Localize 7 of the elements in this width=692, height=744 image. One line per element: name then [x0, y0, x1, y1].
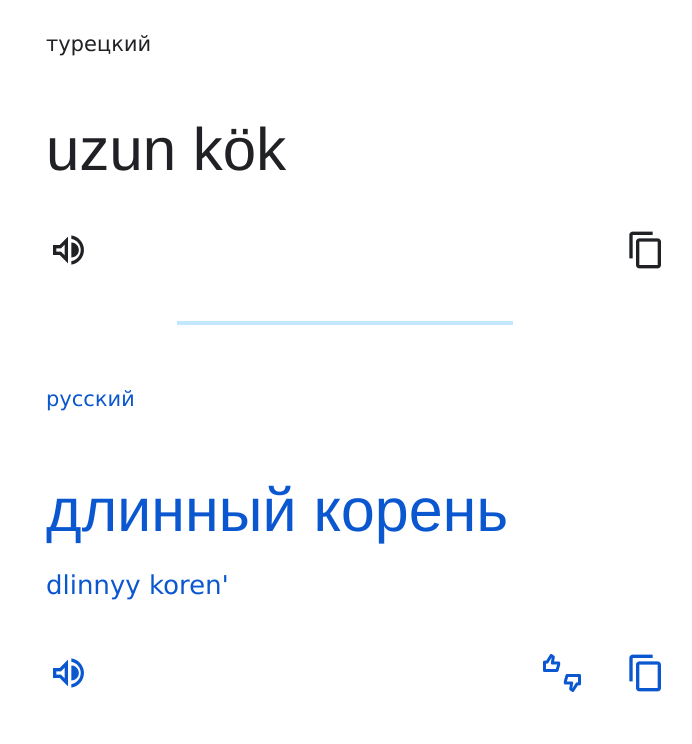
romanization-text: dlinnyy koren' [46, 570, 230, 603]
language-label: турецкий [46, 31, 152, 58]
language-label: русский [46, 386, 136, 413]
translation-text: uzun kök [46, 115, 288, 185]
thumbs-icon [542, 653, 582, 693]
feedback-button[interactable] [540, 651, 584, 695]
translation-text: длинный корень [46, 475, 510, 545]
